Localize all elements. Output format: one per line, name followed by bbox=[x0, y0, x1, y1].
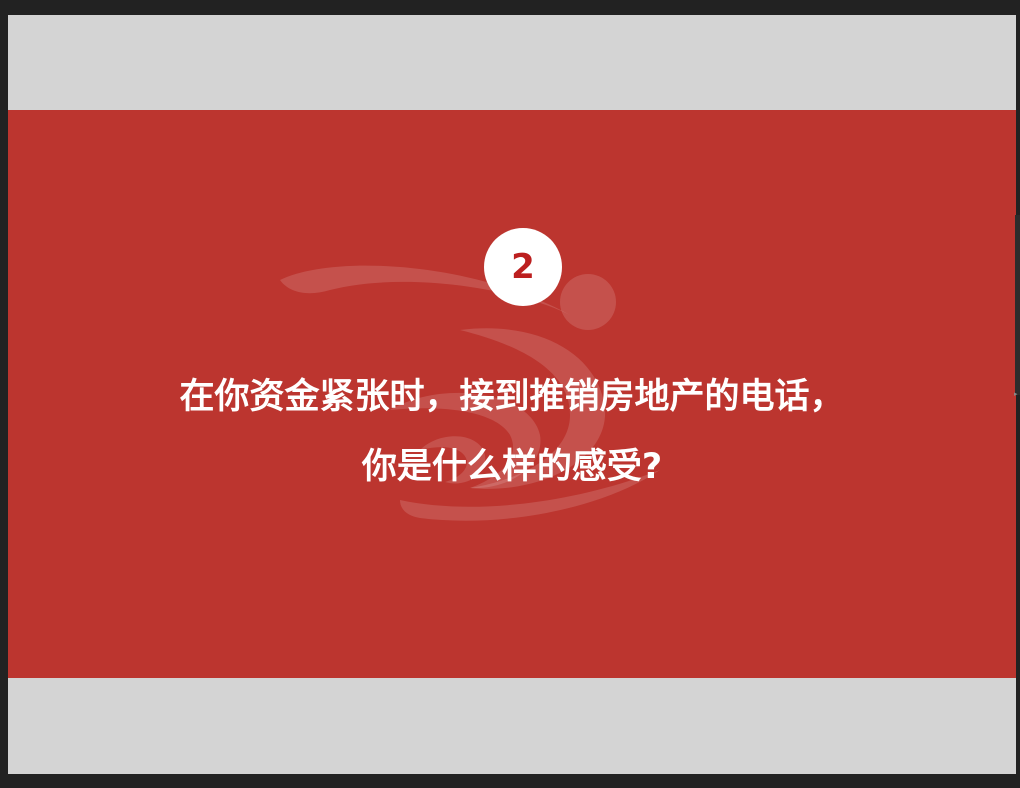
question-number-badge: 2 bbox=[484, 228, 562, 306]
question-text: 在你资金紧张时，接到推销房地产的电话， 你是什么样的感受? bbox=[8, 362, 1016, 502]
side-scroll-edge bbox=[1015, 215, 1020, 395]
question-number: 2 bbox=[511, 247, 535, 287]
red-content-band: 2 在你资金紧张时，接到推销房地产的电话， 你是什么样的感受? bbox=[8, 110, 1016, 678]
viewer-frame: 2 在你资金紧张时，接到推销房地产的电话， 你是什么样的感受? ▸ bbox=[0, 0, 1020, 788]
presentation-slide: 2 在你资金紧张时，接到推销房地产的电话， 你是什么样的感受? bbox=[8, 15, 1016, 774]
question-line-2: 你是什么样的感受? bbox=[361, 447, 663, 487]
question-line-1: 在你资金紧张时，接到推销房地产的电话， bbox=[179, 377, 845, 417]
caret-right-icon[interactable]: ▸ bbox=[1014, 390, 1020, 398]
